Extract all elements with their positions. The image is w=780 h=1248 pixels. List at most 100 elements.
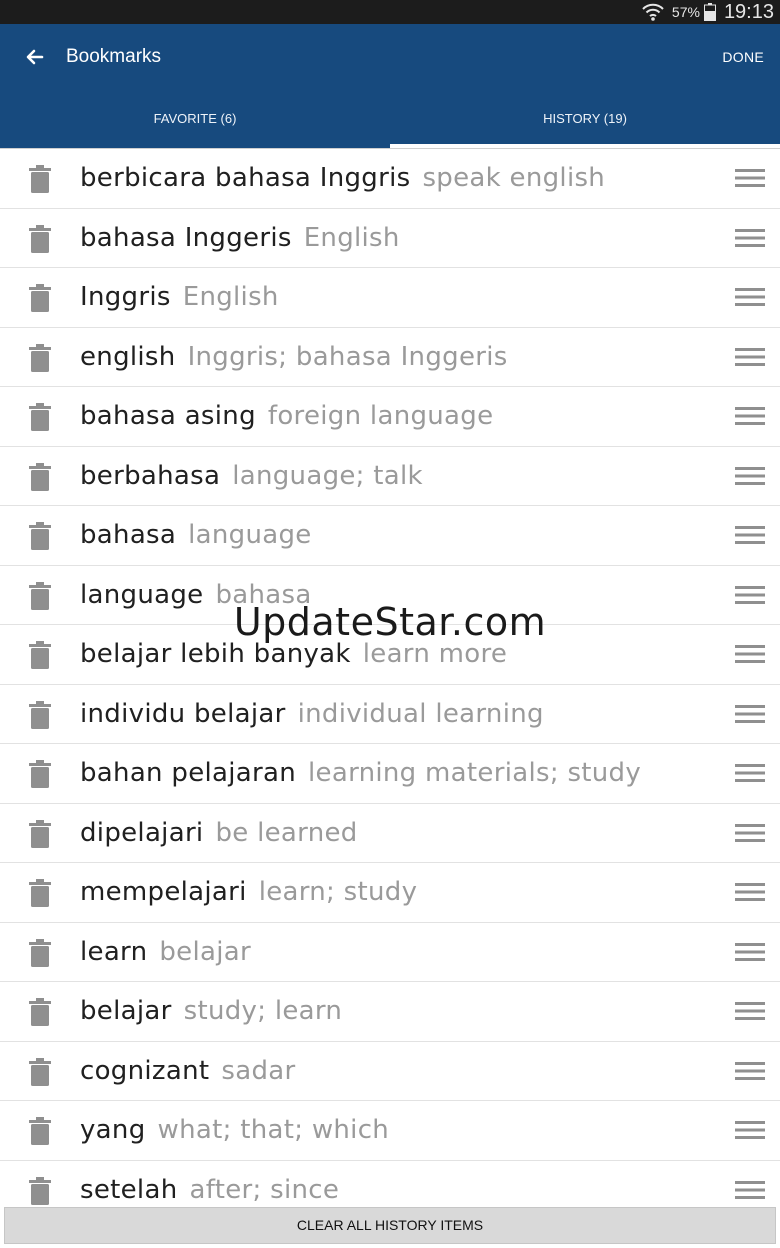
drag-handle-icon[interactable] xyxy=(735,1001,765,1021)
battery-icon xyxy=(703,3,716,21)
history-translation: learning materials; study xyxy=(308,758,642,788)
drag-handle-icon[interactable] xyxy=(735,1120,765,1140)
trash-icon[interactable] xyxy=(28,403,52,431)
history-translation: study; learn xyxy=(183,996,343,1026)
drag-handle-icon[interactable] xyxy=(735,347,765,367)
history-word: learn xyxy=(80,936,148,967)
drag-handle-icon[interactable] xyxy=(735,942,765,962)
trash-icon[interactable] xyxy=(28,462,52,491)
trash-icon[interactable] xyxy=(28,1176,52,1205)
trash-icon[interactable] xyxy=(28,1057,52,1086)
drag-handle-icon[interactable] xyxy=(735,704,765,724)
drag-handle-icon[interactable] xyxy=(735,882,765,902)
history-entry: belajar study; learn xyxy=(80,982,342,1041)
history-row[interactable]: bahasa asing foreign language xyxy=(0,387,780,447)
history-entry: berbahasa language; talk xyxy=(80,447,423,506)
trash-icon[interactable] xyxy=(28,1117,52,1145)
drag-handle-icon[interactable] xyxy=(735,287,765,307)
drag-handle-icon[interactable] xyxy=(735,168,765,188)
history-row[interactable]: belajar study; learn xyxy=(0,982,780,1042)
history-entry: english Inggris; bahasa Inggeris xyxy=(80,328,508,387)
trash-icon[interactable] xyxy=(28,165,52,193)
done-button[interactable]: DONE xyxy=(722,46,764,68)
page-title: Bookmarks xyxy=(66,46,162,67)
trash-icon[interactable] xyxy=(28,284,52,312)
history-word: yang xyxy=(80,1115,146,1145)
history-row[interactable]: berbicara bahasa Inggris speak english xyxy=(0,149,780,209)
history-entry: mempelajari learn; study xyxy=(80,863,417,922)
history-entry: yang what; that; which xyxy=(80,1101,389,1160)
history-row[interactable]: learn belajar xyxy=(0,923,780,982)
battery-percent: 57% xyxy=(671,4,700,20)
trash-icon[interactable] xyxy=(28,998,52,1026)
history-entry: bahan pelajaran learning materials; study xyxy=(80,744,641,803)
clear-history-button[interactable]: CLEAR ALL HISTORY ITEMS xyxy=(4,1207,776,1244)
history-entry: individu belajar individual learning xyxy=(80,685,544,744)
trash-icon[interactable] xyxy=(28,224,52,253)
history-entry: berbicara bahasa Inggris speak english xyxy=(80,149,605,208)
history-translation: be learned xyxy=(215,817,358,848)
history-word: berbicara bahasa Inggris xyxy=(80,163,411,193)
drag-handle-icon[interactable] xyxy=(735,644,765,664)
history-translation: individual learning xyxy=(297,698,544,729)
history-translation: what; that; which xyxy=(157,1115,390,1145)
trash-icon[interactable] xyxy=(28,938,52,967)
history-row[interactable]: dipelajari be learned xyxy=(0,804,780,863)
drag-handle-icon[interactable] xyxy=(735,525,765,545)
history-row[interactable]: individu belajar individual learning xyxy=(0,685,780,744)
history-translation: belajar xyxy=(159,936,251,967)
trash-icon[interactable] xyxy=(28,879,52,907)
history-translation: foreign language xyxy=(267,401,494,431)
history-translation: sadar xyxy=(221,1055,296,1086)
trash-icon[interactable] xyxy=(28,522,52,550)
history-translation: language xyxy=(188,520,312,550)
drag-handle-icon[interactable] xyxy=(735,228,765,248)
history-row[interactable]: cognizant sadar xyxy=(0,1042,780,1101)
drag-handle-icon[interactable] xyxy=(735,763,765,783)
history-entry: learn belajar xyxy=(80,923,251,982)
trash-icon[interactable] xyxy=(28,641,52,669)
clock: 19:13 xyxy=(723,0,774,23)
trash-icon[interactable] xyxy=(28,343,52,372)
tab-history[interactable]: HISTORY (19) xyxy=(390,102,780,148)
trash-icon[interactable] xyxy=(28,700,52,729)
history-word: bahan pelajaran xyxy=(80,758,297,788)
drag-handle-icon[interactable] xyxy=(735,1061,765,1081)
drag-handle-icon[interactable] xyxy=(735,823,765,843)
tab-favorite[interactable]: FAVORITE (6) xyxy=(0,102,390,148)
history-word: cognizant xyxy=(80,1055,210,1086)
history-entry: bahasa asing foreign language xyxy=(80,387,493,446)
history-translation: English xyxy=(303,222,400,253)
history-word: setelah xyxy=(80,1174,178,1205)
history-row[interactable]: bahasa language xyxy=(0,506,780,566)
history-row[interactable]: setelah after; since xyxy=(0,1161,780,1208)
drag-handle-icon[interactable] xyxy=(735,406,765,426)
drag-handle-icon[interactable] xyxy=(735,466,765,486)
history-row[interactable]: bahan pelajaran learning materials; study xyxy=(0,744,780,804)
trash-icon[interactable] xyxy=(28,760,52,788)
history-entry: Inggris English xyxy=(80,268,279,327)
history-translation: after; since xyxy=(189,1174,340,1205)
history-row[interactable]: berbahasa language; talk xyxy=(0,447,780,506)
history-translation: speak english xyxy=(422,163,606,193)
back-arrow-icon[interactable] xyxy=(22,44,48,70)
watermark: UpdateStar.com xyxy=(233,600,547,644)
history-entry: bahasa Inggeris English xyxy=(80,209,400,268)
history-translation: English xyxy=(182,282,279,312)
history-translation: language; talk xyxy=(232,460,423,491)
drag-handle-icon[interactable] xyxy=(735,1180,765,1200)
wifi-icon xyxy=(642,3,664,21)
history-row[interactable]: Inggris English xyxy=(0,268,780,328)
history-row[interactable]: mempelajari learn; study xyxy=(0,863,780,923)
history-word: individu belajar xyxy=(80,698,286,729)
history-row[interactable]: yang what; that; which xyxy=(0,1101,780,1161)
tab-bar: FAVORITE (6) HISTORY (19) xyxy=(0,102,780,148)
history-row[interactable]: bahasa Inggeris English xyxy=(0,209,780,268)
history-entry: bahasa language xyxy=(80,506,312,565)
history-word: belajar xyxy=(80,996,172,1026)
trash-icon[interactable] xyxy=(28,819,52,848)
history-word: bahasa xyxy=(80,520,177,550)
history-row[interactable]: english Inggris; bahasa Inggeris xyxy=(0,328,780,387)
app-bar: Bookmarks DONE FAVORITE (6) HISTORY (19) xyxy=(0,24,780,148)
history-word: Inggris xyxy=(80,282,171,312)
